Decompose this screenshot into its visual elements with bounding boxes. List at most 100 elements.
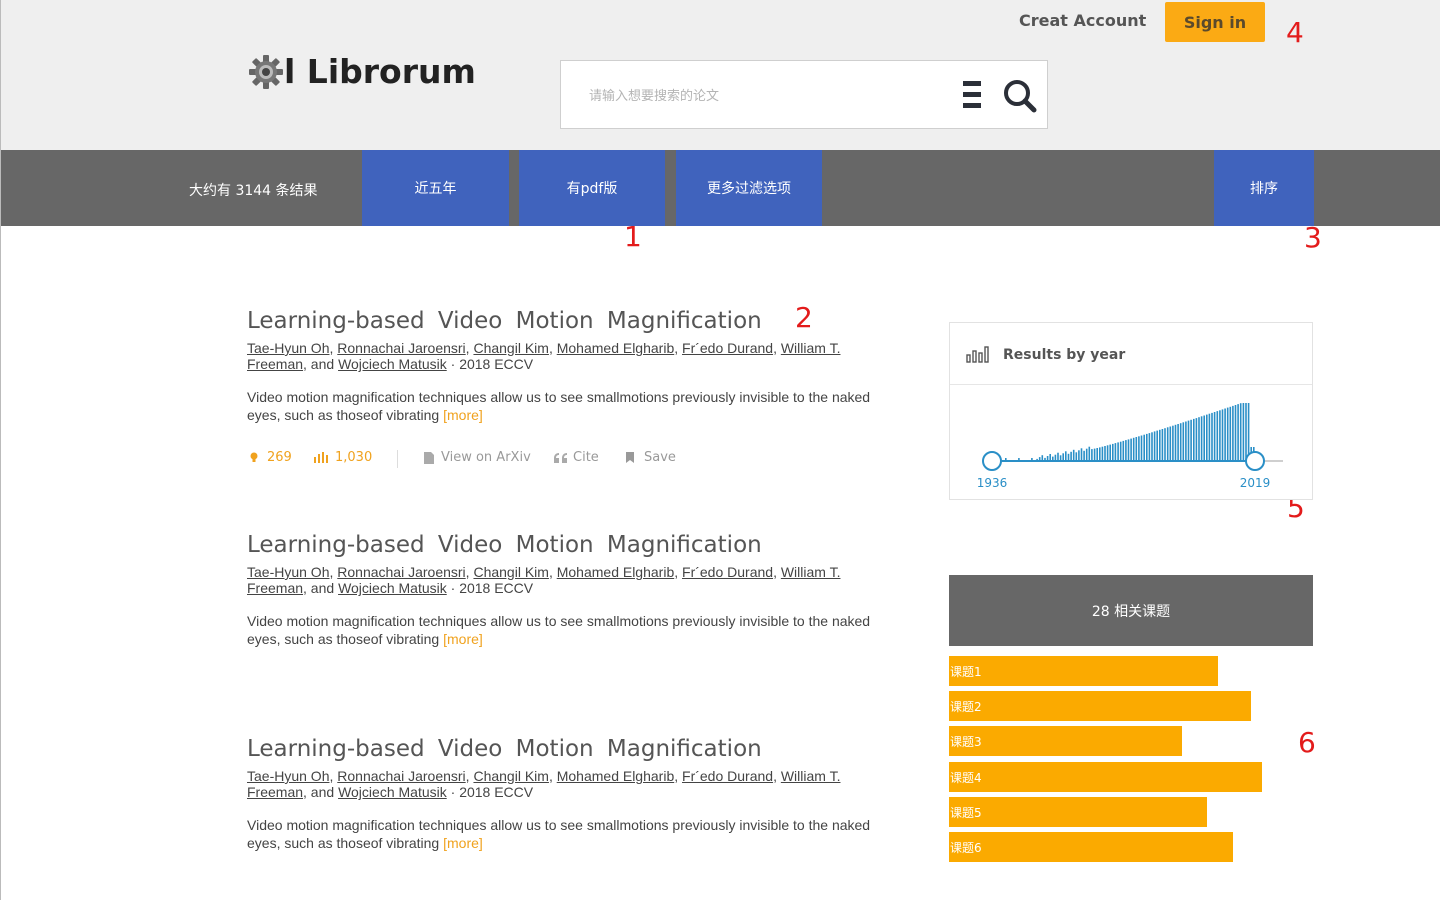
year-bar — [1112, 443, 1114, 461]
year-bar — [1224, 408, 1226, 461]
author-link[interactable]: Changil Kim — [473, 768, 548, 784]
year-bar — [1198, 417, 1200, 461]
author-link[interactable]: Mohamed Elgharib — [557, 340, 675, 356]
result-venue: 2018 ECCV — [459, 784, 534, 800]
year-bar — [1153, 431, 1156, 461]
start-year-handle[interactable] — [982, 451, 1002, 471]
year-bar — [1132, 437, 1135, 461]
year-bar — [1166, 427, 1169, 461]
more-link[interactable]: [more] — [443, 407, 483, 423]
author-link[interactable]: Ronnachai Jaroensri — [337, 768, 465, 784]
author-link[interactable]: Changil Kim — [473, 564, 548, 580]
year-bar — [1114, 443, 1117, 461]
author-link[interactable]: Fr´edo Durand — [682, 768, 773, 784]
lightbulb-icon — [250, 452, 258, 462]
search-input[interactable] — [589, 85, 949, 107]
more-link[interactable]: [more] — [443, 631, 483, 647]
more-filters-button[interactable]: 更多过滤选项 — [676, 150, 822, 226]
author-link[interactable]: Ronnachai Jaroensri — [337, 340, 465, 356]
year-bar — [1146, 433, 1148, 461]
search-result: Learning-based Video Motion Magnificatio… — [247, 736, 887, 866]
year-bar — [1106, 445, 1109, 461]
topic-item-3[interactable]: 课题3 — [949, 726, 1182, 756]
logo[interactable]: l Librorum — [248, 52, 476, 91]
year-bar — [1130, 438, 1132, 461]
header: l Librorum Creat Account Sign in — [0, 0, 1440, 150]
topic-item-4[interactable]: 课题4 — [949, 762, 1262, 792]
year-bar — [1172, 425, 1174, 461]
author-link[interactable]: Tae-Hyun Oh — [247, 768, 329, 784]
search-icon[interactable] — [1001, 77, 1039, 115]
author-link[interactable]: Fr´edo Durand — [682, 564, 773, 580]
related-topics-header: 28 相关课题 — [949, 575, 1313, 646]
year-bar — [1096, 448, 1098, 461]
end-year-label: 2019 — [1240, 476, 1271, 490]
sign-in-button[interactable]: Sign in — [1165, 2, 1265, 42]
year-bar — [1239, 403, 1242, 461]
author-link[interactable]: Ronnachai Jaroensri — [337, 564, 465, 580]
topic-item-1[interactable]: 课题1 — [949, 656, 1218, 686]
year-bar — [1122, 440, 1125, 461]
save-button[interactable]: Save — [625, 450, 676, 465]
save-label: Save — [644, 450, 676, 465]
year-bar — [1182, 422, 1185, 461]
year-bar — [1226, 407, 1229, 461]
year-bar — [1135, 437, 1138, 461]
author-link[interactable]: Changil Kim — [473, 340, 548, 356]
sort-button[interactable]: 排序 — [1214, 150, 1314, 226]
year-bar — [1049, 454, 1051, 461]
year-bar — [1187, 420, 1190, 461]
topic-item-5[interactable]: 课题5 — [949, 797, 1207, 827]
cite-button[interactable]: Cite — [553, 450, 599, 465]
result-authors: Tae-Hyun Oh, Ronnachai Jaroensri, Changi… — [247, 340, 841, 372]
year-bar — [1075, 452, 1078, 461]
annotation-marker-3: 3 — [1304, 221, 1322, 254]
cite-label: Cite — [573, 450, 599, 465]
author-link[interactable]: Wojciech Matusik — [338, 784, 447, 800]
citations-value: 269 — [267, 450, 292, 465]
year-bar — [1193, 418, 1195, 461]
author-link[interactable]: Tae-Hyun Oh — [247, 564, 329, 580]
year-bar — [1080, 448, 1083, 461]
year-bar — [1179, 423, 1182, 461]
year-histogram: 1936 2019 — [950, 385, 1312, 499]
topic-item-2[interactable]: 课题2 — [949, 691, 1251, 721]
filter-has-pdf-button[interactable]: 有pdf版 — [519, 150, 665, 226]
search-result: Learning-based Video Motion Magnificatio… — [247, 532, 887, 662]
year-bar — [1203, 415, 1205, 461]
year-bar — [1151, 432, 1153, 461]
year-bar — [1185, 421, 1187, 461]
author-link[interactable]: Tae-Hyun Oh — [247, 340, 329, 356]
author-link[interactable]: Wojciech Matusik — [338, 356, 447, 372]
abstract-text: Video motion magnification techniques al… — [247, 389, 871, 423]
search-box — [560, 60, 1048, 129]
result-title[interactable]: Learning-based Video Motion Magnificatio… — [247, 736, 887, 762]
author-link[interactable]: Mohamed Elgharib — [557, 564, 675, 580]
filter-recent-five-years-button[interactable]: 近五年 — [362, 150, 509, 226]
year-bar — [1234, 405, 1237, 461]
year-bar — [1229, 406, 1232, 461]
result-title[interactable]: Learning-based Video Motion Magnificatio… — [247, 532, 887, 558]
year-bar — [1200, 416, 1203, 461]
author-link[interactable]: Wojciech Matusik — [338, 580, 447, 596]
view-on-arxiv-link[interactable]: View on ArXiv — [423, 450, 531, 465]
more-link[interactable]: [more] — [443, 835, 483, 851]
result-title[interactable]: Learning-based Video Motion Magnificatio… — [247, 308, 887, 334]
menu-icon[interactable] — [961, 79, 983, 111]
author-link[interactable]: Mohamed Elgharib — [557, 768, 675, 784]
year-bar — [1101, 446, 1104, 461]
creat-account-link[interactable]: Creat Account — [1019, 11, 1146, 30]
results-by-year-header: Results by year — [950, 323, 1312, 385]
year-bar — [1083, 450, 1085, 461]
year-bar — [1109, 444, 1111, 461]
result-venue: 2018 ECCV — [459, 356, 534, 372]
annotation-marker-4: 4 — [1286, 16, 1304, 49]
author-link[interactable]: Fr´edo Durand — [682, 340, 773, 356]
year-bar — [1237, 404, 1239, 461]
result-abstract: Video motion magnification techniques al… — [247, 612, 877, 648]
year-bar — [1247, 403, 1250, 461]
year-bar — [1156, 430, 1158, 461]
year-histogram-svg: 1936 2019 — [977, 403, 1283, 490]
topic-item-6[interactable]: 课题6 — [949, 832, 1233, 862]
end-year-handle[interactable] — [1245, 451, 1265, 471]
